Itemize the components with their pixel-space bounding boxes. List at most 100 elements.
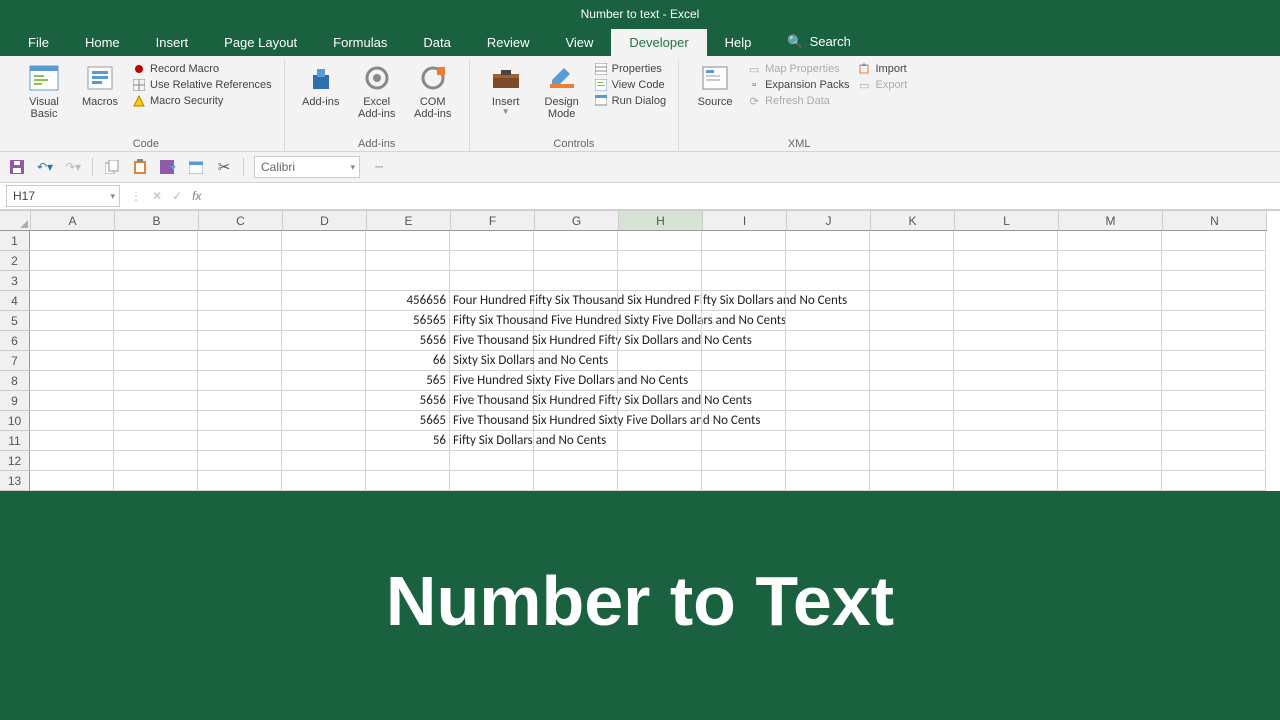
cell-M4[interactable]: [1058, 291, 1162, 311]
name-box[interactable]: H17: [6, 185, 120, 207]
cell-C12[interactable]: [198, 451, 282, 471]
calendar-button[interactable]: [187, 158, 205, 176]
row-header-4[interactable]: 4: [0, 291, 30, 311]
cut-button[interactable]: ✂: [215, 158, 233, 176]
tab-formulas[interactable]: Formulas: [315, 29, 405, 56]
view-code-button[interactable]: View Code: [594, 78, 666, 92]
cell-C8[interactable]: [198, 371, 282, 391]
cell-D4[interactable]: [282, 291, 366, 311]
cell-A1[interactable]: [30, 231, 114, 251]
cell-K12[interactable]: [870, 451, 954, 471]
cell-L3[interactable]: [954, 271, 1058, 291]
tab-home[interactable]: Home: [67, 29, 138, 56]
cell-J10[interactable]: [786, 411, 870, 431]
cell-C11[interactable]: [198, 431, 282, 451]
cell-A12[interactable]: [30, 451, 114, 471]
cell-I8[interactable]: [702, 371, 786, 391]
cell-I10[interactable]: [702, 411, 786, 431]
cell-F13[interactable]: [450, 471, 534, 491]
cell-N5[interactable]: [1162, 311, 1266, 331]
cell-E11[interactable]: 56: [366, 431, 450, 451]
col-header-L[interactable]: L: [955, 211, 1059, 231]
cell-C3[interactable]: [198, 271, 282, 291]
col-header-M[interactable]: M: [1059, 211, 1163, 231]
cell-K8[interactable]: [870, 371, 954, 391]
cell-J8[interactable]: [786, 371, 870, 391]
undo-button[interactable]: ↶▾: [36, 158, 54, 176]
design-mode-button[interactable]: Design Mode: [534, 60, 590, 122]
enter-icon[interactable]: ✓: [172, 189, 182, 203]
cell-C6[interactable]: [198, 331, 282, 351]
cell-F4[interactable]: Four Hundred Fifty Six Thousand Six Hund…: [450, 291, 534, 311]
col-header-G[interactable]: G: [535, 211, 619, 231]
cell-F7[interactable]: Sixty Six Dollars and No Cents: [450, 351, 534, 371]
cell-C5[interactable]: [198, 311, 282, 331]
cell-J12[interactable]: [786, 451, 870, 471]
cell-H5[interactable]: [618, 311, 702, 331]
copy-button[interactable]: [103, 158, 121, 176]
cell-G9[interactable]: [534, 391, 618, 411]
cell-B6[interactable]: [114, 331, 198, 351]
cell-A10[interactable]: [30, 411, 114, 431]
cell-E1[interactable]: [366, 231, 450, 251]
row-header-9[interactable]: 9: [0, 391, 30, 411]
cell-G12[interactable]: [534, 451, 618, 471]
row-header-3[interactable]: 3: [0, 271, 30, 291]
cell-M2[interactable]: [1058, 251, 1162, 271]
formula-input[interactable]: [211, 186, 1280, 206]
cell-N12[interactable]: [1162, 451, 1266, 471]
cell-L1[interactable]: [954, 231, 1058, 251]
cell-N2[interactable]: [1162, 251, 1266, 271]
tab-insert[interactable]: Insert: [138, 29, 207, 56]
spreadsheet-grid[interactable]: ABCDEFGHIJKLMN 1234456656Four Hundred Fi…: [0, 210, 1280, 491]
col-header-A[interactable]: A: [31, 211, 115, 231]
cell-K5[interactable]: [870, 311, 954, 331]
save-as-button[interactable]: [159, 158, 177, 176]
cell-C2[interactable]: [198, 251, 282, 271]
row-header-1[interactable]: 1: [0, 231, 30, 251]
tell-me-search[interactable]: 🔍Search: [769, 28, 868, 56]
col-header-H[interactable]: H: [619, 211, 703, 231]
cell-G5[interactable]: [534, 311, 618, 331]
cell-H8[interactable]: [618, 371, 702, 391]
cell-M9[interactable]: [1058, 391, 1162, 411]
cell-K3[interactable]: [870, 271, 954, 291]
row-header-12[interactable]: 12: [0, 451, 30, 471]
cell-E8[interactable]: 565: [366, 371, 450, 391]
cell-I2[interactable]: [702, 251, 786, 271]
cell-N7[interactable]: [1162, 351, 1266, 371]
cell-A3[interactable]: [30, 271, 114, 291]
cell-F6[interactable]: Five Thousand Six Hundred Fifty Six Doll…: [450, 331, 534, 351]
cell-M3[interactable]: [1058, 271, 1162, 291]
cell-M6[interactable]: [1058, 331, 1162, 351]
properties-button[interactable]: Properties: [594, 62, 666, 76]
cell-H12[interactable]: [618, 451, 702, 471]
cell-F5[interactable]: Fifty Six Thousand Five Hundred Sixty Fi…: [450, 311, 534, 331]
cell-L11[interactable]: [954, 431, 1058, 451]
row-header-10[interactable]: 10: [0, 411, 30, 431]
cell-J13[interactable]: [786, 471, 870, 491]
import-button[interactable]: Import: [857, 62, 907, 76]
font-selector[interactable]: Calibri: [254, 156, 360, 178]
cell-G2[interactable]: [534, 251, 618, 271]
cell-D2[interactable]: [282, 251, 366, 271]
cell-L7[interactable]: [954, 351, 1058, 371]
cell-I3[interactable]: [702, 271, 786, 291]
cell-K1[interactable]: [870, 231, 954, 251]
col-header-N[interactable]: N: [1163, 211, 1267, 231]
cell-D5[interactable]: [282, 311, 366, 331]
cell-K11[interactable]: [870, 431, 954, 451]
cell-C13[interactable]: [198, 471, 282, 491]
macros-button[interactable]: Macros: [72, 60, 128, 110]
cell-D13[interactable]: [282, 471, 366, 491]
cell-M8[interactable]: [1058, 371, 1162, 391]
cell-N11[interactable]: [1162, 431, 1266, 451]
cancel-icon[interactable]: ✕: [152, 189, 162, 203]
cell-M7[interactable]: [1058, 351, 1162, 371]
cell-C10[interactable]: [198, 411, 282, 431]
cell-F3[interactable]: [450, 271, 534, 291]
cell-M13[interactable]: [1058, 471, 1162, 491]
cell-D8[interactable]: [282, 371, 366, 391]
addins-button[interactable]: Add-ins: [293, 60, 349, 110]
cell-B3[interactable]: [114, 271, 198, 291]
